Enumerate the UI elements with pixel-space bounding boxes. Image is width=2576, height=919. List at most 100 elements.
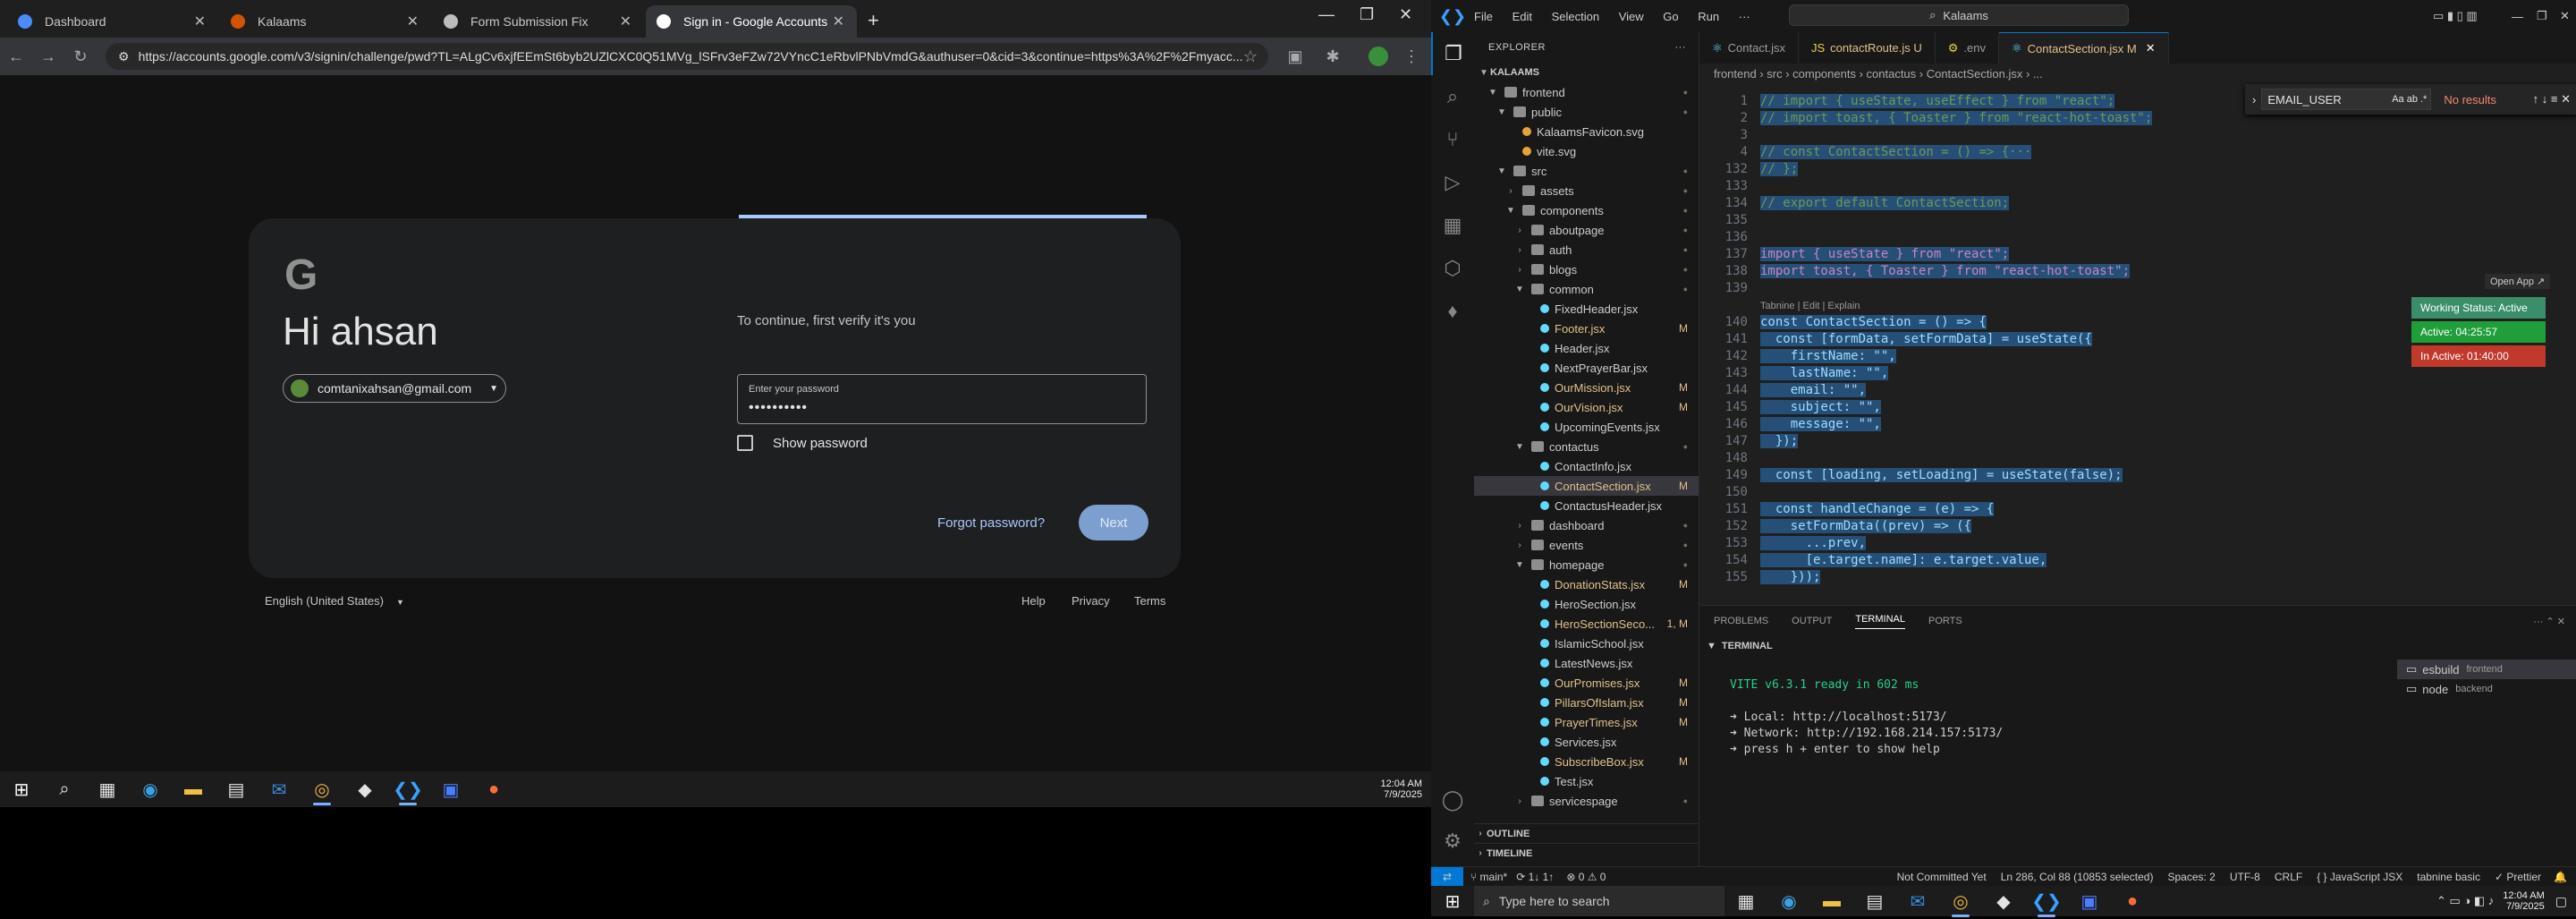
close-icon[interactable]: ✕ <box>407 13 419 30</box>
tree-file[interactable]: UpcomingEvents.jsx <box>1474 417 1699 437</box>
puzzle-icon[interactable]: ✱ <box>1317 47 1349 66</box>
vscode-icon[interactable]: ❮❯ <box>386 771 429 807</box>
source-control-icon[interactable]: ⑂ <box>1431 118 1474 161</box>
minimize-icon[interactable]: — <box>2512 10 2523 23</box>
chrome-icon[interactable]: ◎ <box>1939 883 1982 919</box>
encoding-status[interactable]: UTF-8 <box>2230 871 2260 883</box>
privacy-link[interactable]: Privacy <box>1072 594 1110 608</box>
tree-file[interactable]: OurPromises.jsx M <box>1474 673 1699 693</box>
prettier-status[interactable]: ✓ Prettier <box>2495 871 2541 883</box>
browser-tab-active[interactable]: Sign in - Google Accounts ✕ <box>646 5 857 38</box>
tree-folder[interactable]: ▼ src ● <box>1474 161 1699 181</box>
forgot-password-link[interactable]: Forgot password? <box>937 515 1045 531</box>
tree-file[interactable]: PrayerTimes.jsx M <box>1474 712 1699 732</box>
extensions-icon[interactable]: ▣ <box>1279 47 1311 66</box>
tree-file[interactable]: Header.jsx <box>1474 338 1699 358</box>
problems-status[interactable]: ⊗ 0 ⚠ 0 <box>1566 871 1606 883</box>
menu-dots-icon[interactable]: ⋮ <box>1395 47 1428 66</box>
taskbar-clock[interactable]: 12:04 AM 7/9/2025 <box>1381 771 1422 807</box>
windows-start-icon[interactable]: ⊞ <box>0 771 43 807</box>
settings-gear-icon[interactable]: ⚙ <box>1431 820 1474 863</box>
tree-folder[interactable]: ▼ public ● <box>1474 102 1699 122</box>
notification-center-icon[interactable]: ▢ <box>2555 894 2567 909</box>
timeline-section[interactable]: › TIMELINE <box>1474 843 1699 863</box>
browser-tab[interactable]: Kalaams ✕ <box>220 5 431 38</box>
file-explorer-icon[interactable]: ▬ <box>1810 883 1853 919</box>
account-icon[interactable]: ◯ <box>1431 779 1474 821</box>
mail-icon[interactable]: ✉ <box>1896 883 1939 919</box>
tree-file[interactable]: KalaamsFavicon.svg <box>1474 122 1699 141</box>
editor-tab[interactable]: ⚙ .env <box>1936 32 1999 64</box>
close-icon[interactable]: ✕ <box>620 13 631 30</box>
terminal-section-header[interactable]: ▼ TERMINAL <box>1699 636 2576 656</box>
menu-item-file[interactable]: File <box>1474 10 1493 23</box>
notifications-bell-icon[interactable]: 🔔 <box>2554 871 2567 883</box>
checkbox-icon[interactable] <box>737 435 753 451</box>
tree-file[interactable]: Footer.jsx M <box>1474 319 1699 338</box>
tree-file[interactable]: NextPrayerBar.jsx <box>1474 358 1699 378</box>
tree-folder[interactable]: › assets ● <box>1474 181 1699 200</box>
branch-indicator[interactable]: ⑂ main* <box>1470 871 1507 883</box>
taskbar-search-box[interactable]: ⌕ Type here to search <box>1474 886 1724 916</box>
minimize-icon[interactable]: — <box>1318 5 1335 24</box>
tree-folder[interactable]: › events ● <box>1474 535 1699 555</box>
close-icon[interactable]: ✕ <box>194 13 206 30</box>
terminal-instance[interactable]: ▭ esbuild frontend <box>2397 659 2576 679</box>
find-nav-icon[interactable]: ↑ ↓ ≡ ✕ <box>2533 92 2571 106</box>
remote-icon[interactable]: ⬡ <box>1431 247 1474 290</box>
cursor-position[interactable]: Ln 286, Col 88 (10853 selected) <box>2001 871 2154 883</box>
tree-folder[interactable]: ▼ components ● <box>1474 200 1699 220</box>
maximize-icon[interactable]: ❐ <box>2537 9 2547 23</box>
tree-file[interactable]: PillarsOfIslam.jsx M <box>1474 693 1699 712</box>
bookmark-star-icon[interactable]: ☆ <box>1234 47 1267 66</box>
task-view-icon[interactable]: ▦ <box>86 771 129 807</box>
tree-folder[interactable]: › dashboard ● <box>1474 515 1699 535</box>
forward-icon[interactable]: → <box>32 47 64 66</box>
project-root[interactable]: ▼ KALAAMS <box>1474 63 1699 82</box>
task-view-icon[interactable]: ▦ <box>1724 883 1767 919</box>
run-debug-icon[interactable]: ▷ <box>1431 161 1474 204</box>
new-tab-icon[interactable]: + <box>868 9 879 32</box>
menu-item-go[interactable]: Go <box>1663 10 1678 23</box>
store-icon[interactable]: ▤ <box>215 771 258 807</box>
more-icon[interactable]: ··· <box>1675 42 1687 53</box>
tree-file[interactable]: Services.jsx <box>1474 732 1699 752</box>
find-input[interactable]: EMAIL_USER Aa ab .* <box>2261 89 2432 110</box>
tree-folder[interactable]: › aboutpage ● <box>1474 220 1699 240</box>
cursor-app-icon[interactable]: ◆ <box>1982 883 2025 919</box>
indentation-status[interactable]: Spaces: 2 <box>2167 871 2215 883</box>
zoom-icon[interactable]: ▣ <box>2068 883 2111 919</box>
menu-item-run[interactable]: Run <box>1698 10 1719 23</box>
show-password-checkbox[interactable]: Show password <box>737 435 868 451</box>
close-icon[interactable]: ✕ <box>2146 41 2156 55</box>
tree-folder[interactable]: › servicespage ● <box>1474 791 1699 811</box>
extensions-icon[interactable]: ▦ <box>1431 204 1474 247</box>
mail-icon[interactable]: ✉ <box>258 771 301 807</box>
tab-output[interactable]: OUTPUT <box>1792 616 1832 626</box>
chevron-right-icon[interactable]: › <box>2252 93 2256 106</box>
editor-tab[interactable]: ⚛ Contact.jsx <box>1699 32 1799 64</box>
site-info-icon[interactable]: ⚙ <box>118 49 130 64</box>
tree-file[interactable]: HeroSectionSeco... 1, M <box>1474 614 1699 634</box>
zoom-icon[interactable]: ▣ <box>429 771 472 807</box>
next-button[interactable]: Next <box>1079 505 1148 540</box>
editor-tab-active[interactable]: ⚛ ContactSection.jsx M ✕ <box>1998 32 2169 64</box>
language-mode[interactable]: { } JavaScript JSX <box>2317 871 2402 883</box>
mongodb-icon[interactable]: ♦ <box>1431 290 1474 333</box>
terminal-instance[interactable]: ▭ node backend <box>2397 679 2576 699</box>
cursor-app-icon[interactable]: ◆ <box>343 771 386 807</box>
tree-folder[interactable]: ▼ frontend ● <box>1474 82 1699 102</box>
outline-section[interactable]: › OUTLINE <box>1474 823 1699 843</box>
postman-icon[interactable]: ● <box>472 771 515 807</box>
tree-file[interactable]: IslamicSchool.jsx <box>1474 634 1699 653</box>
close-window-icon[interactable]: ✕ <box>2560 9 2570 23</box>
tree-file[interactable]: HeroSection.jsx <box>1474 594 1699 614</box>
tree-file[interactable]: LatestNews.jsx <box>1474 653 1699 673</box>
tree-folder[interactable]: › blogs ● <box>1474 260 1699 279</box>
url-input[interactable]: ⚙ https://accounts.google.com/v3/signin/c… <box>106 43 1268 70</box>
menu-item-selection[interactable]: Selection <box>1552 10 1599 23</box>
store-icon[interactable]: ▤ <box>1853 883 1896 919</box>
menu-item-view[interactable]: View <box>1619 10 1644 23</box>
breadcrumb[interactable]: frontend › src › components › contactus … <box>1699 64 2576 83</box>
tab-ports[interactable]: PORTS <box>1928 616 1962 626</box>
